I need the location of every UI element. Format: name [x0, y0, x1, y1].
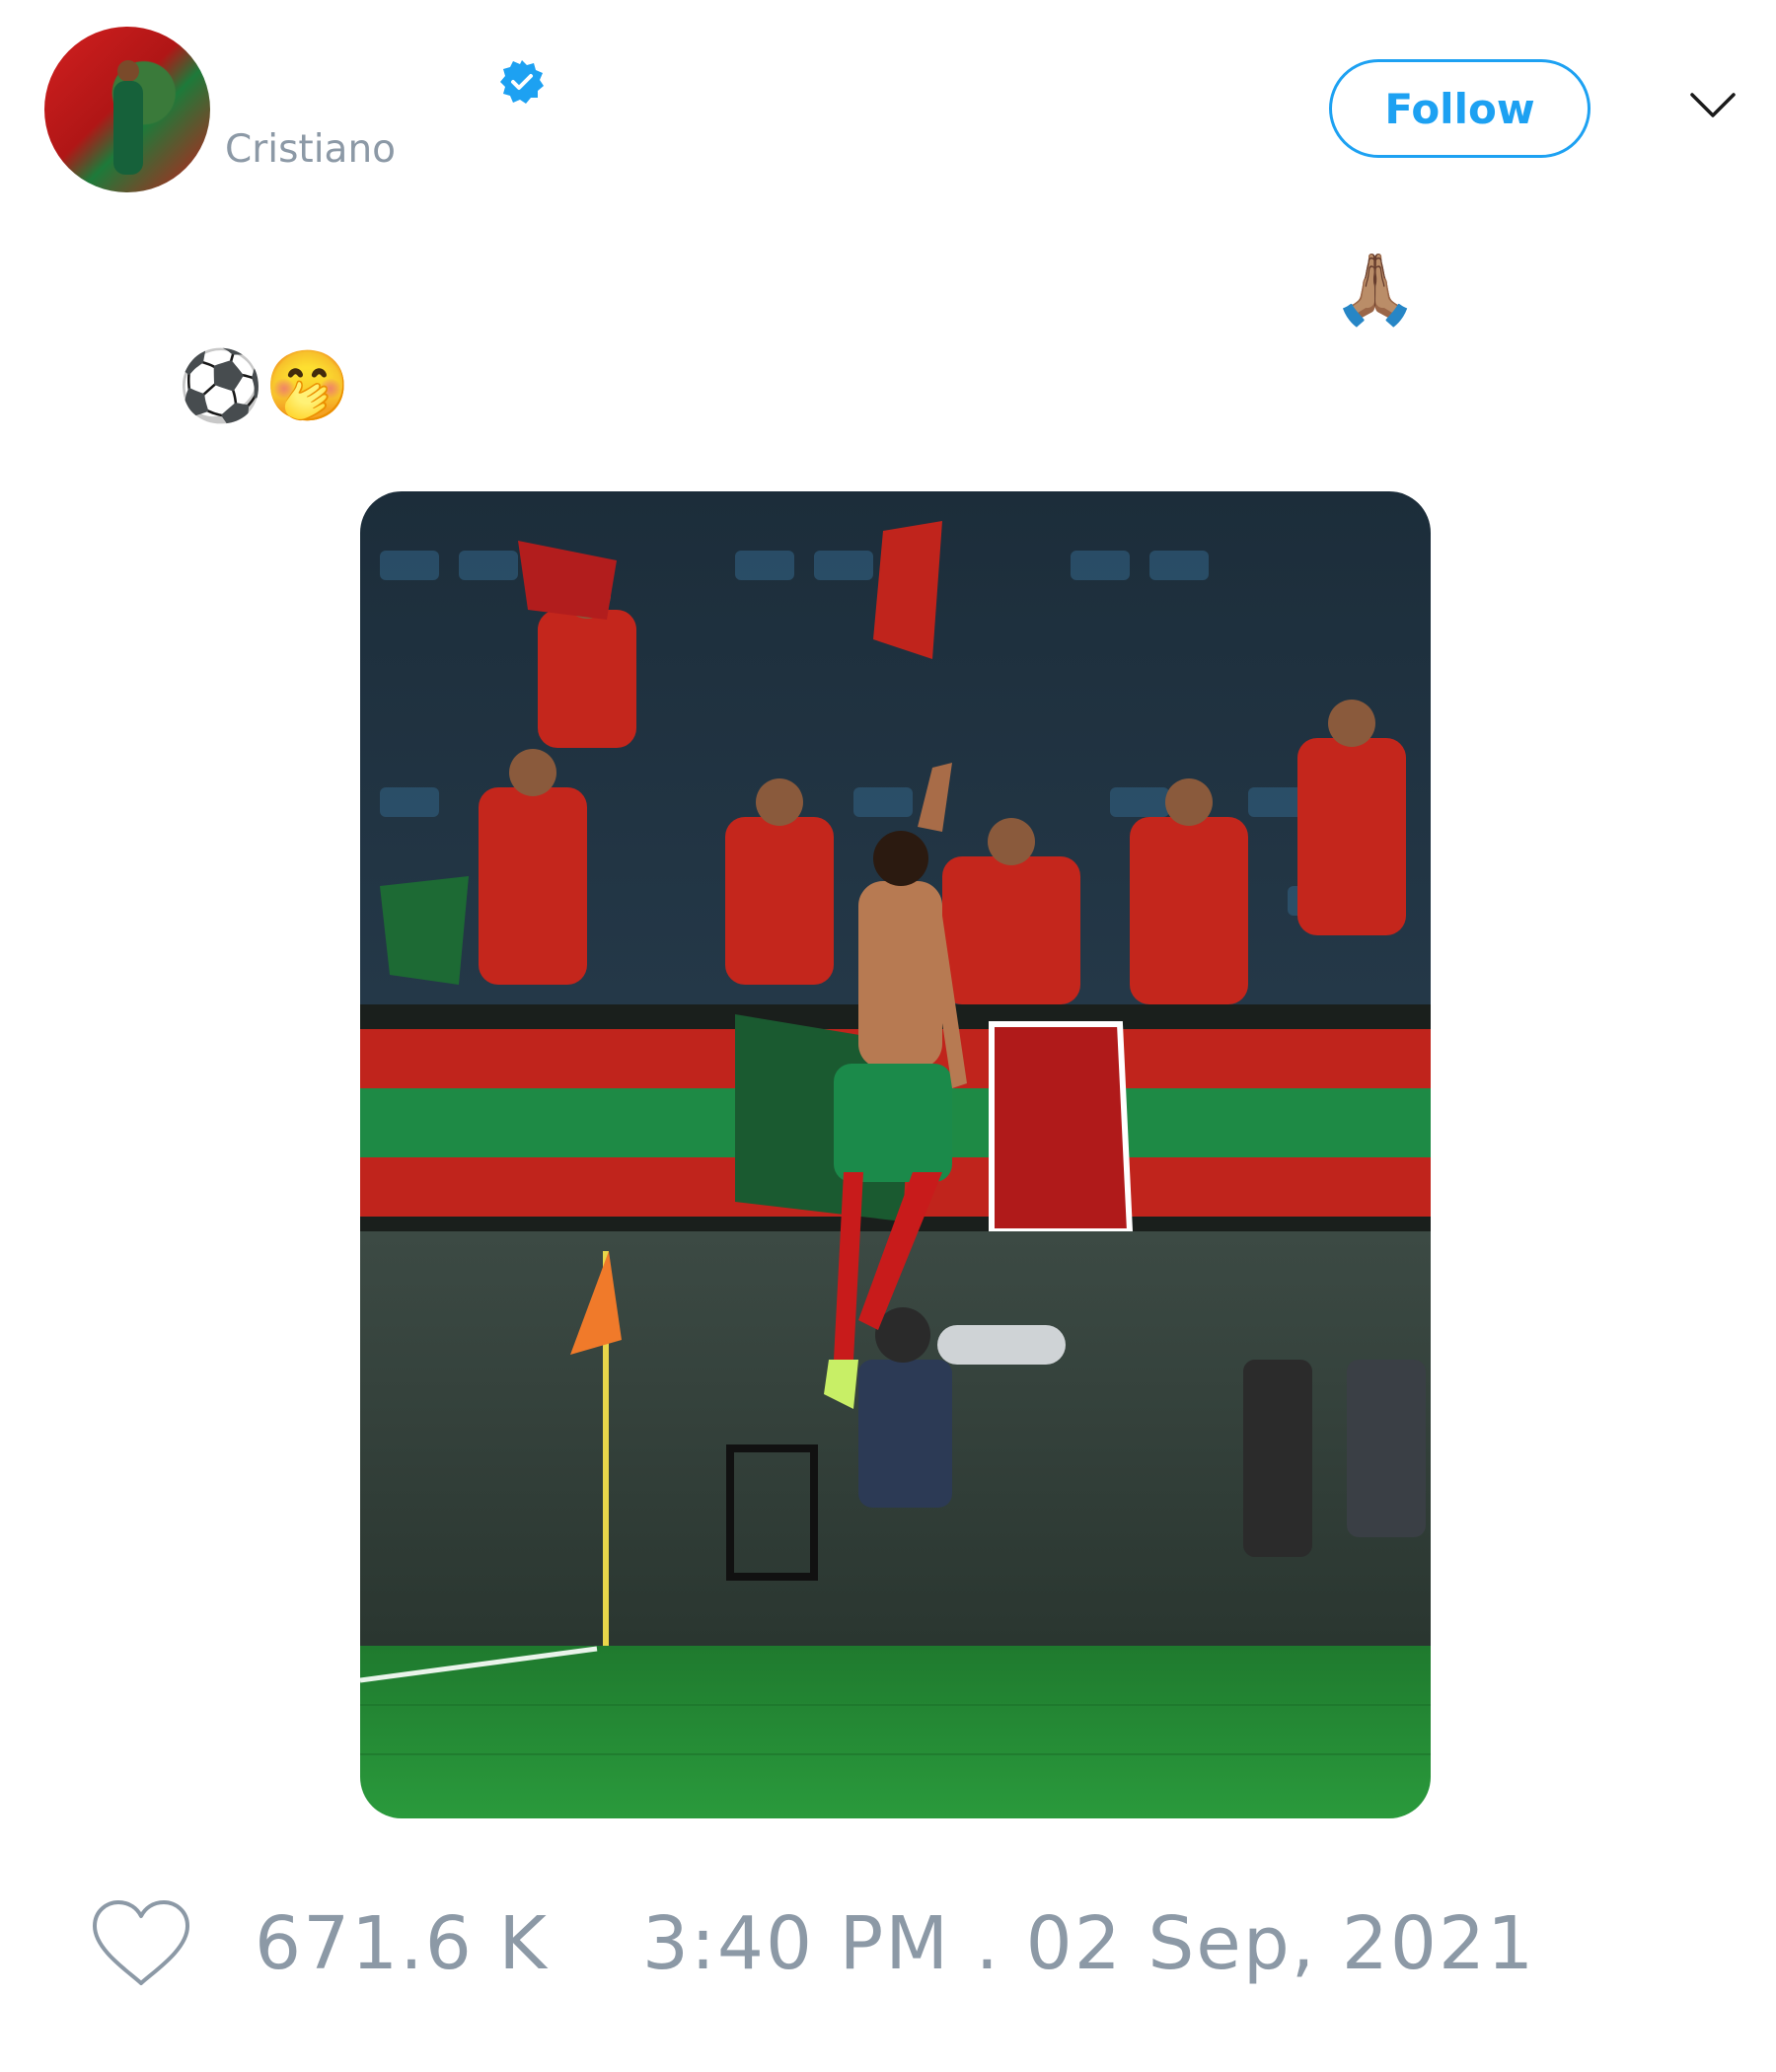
chevron-down-icon[interactable] [1689, 91, 1737, 120]
avatar-figure [113, 81, 143, 175]
user-handle[interactable]: Cristiano [225, 127, 396, 172]
verified-badge-icon [500, 60, 544, 104]
tweet-timestamp[interactable]: 3:40 PM . 02 Sep, 2021 [642, 1901, 1535, 1986]
tweet-footer: 671.6 K 3:40 PM . 02 Sep, 2021 [89, 1899, 1535, 1988]
tweet-photo[interactable] [360, 491, 1431, 1818]
stadium-celebration-image [360, 491, 1431, 1818]
heart-icon[interactable] [89, 1898, 193, 1989]
hand-over-mouth-emoji: 🤭 [264, 345, 351, 426]
follow-button[interactable]: Follow [1329, 59, 1591, 158]
like-count: 671.6 K [255, 1901, 549, 1986]
praying-hands-emoji: 🙏🏽 [1332, 249, 1419, 330]
soccer-ball-emoji: ⚽ [178, 345, 264, 426]
avatar-head [117, 60, 139, 82]
avatar[interactable] [44, 27, 210, 192]
